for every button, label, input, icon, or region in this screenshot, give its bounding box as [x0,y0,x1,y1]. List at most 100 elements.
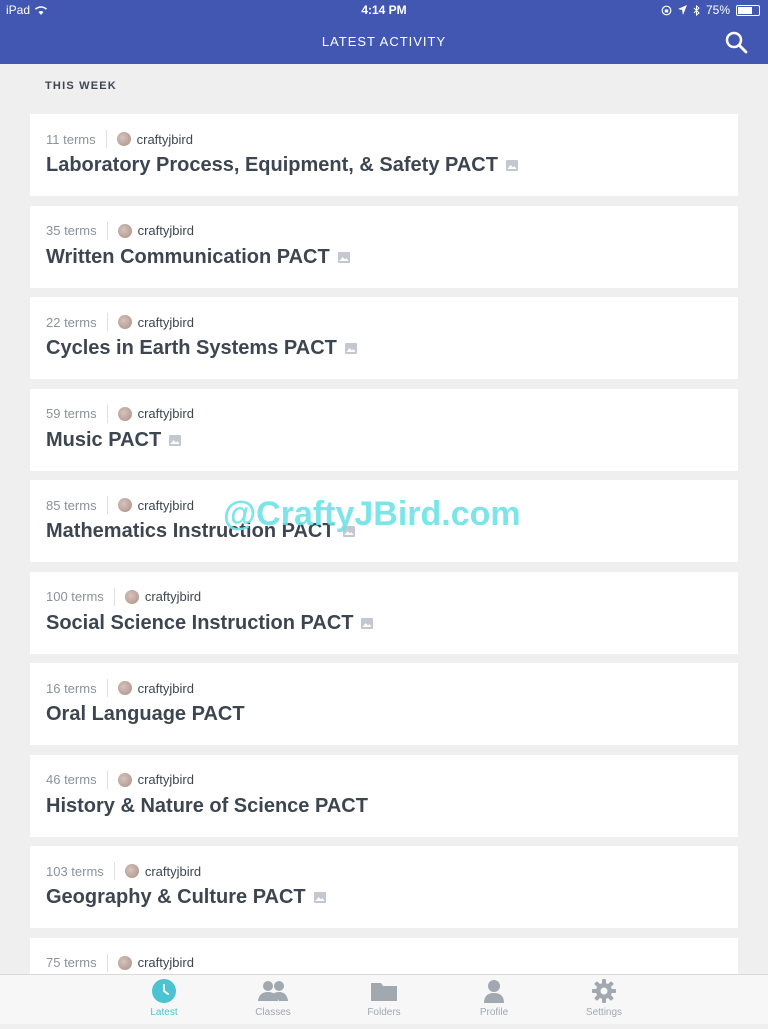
set-title-text: Geography & Culture PACT [46,886,306,908]
study-set-card[interactable]: 16 terms craftyjbird Oral Language PACT [30,663,738,745]
set-title: Cycles in Earth Systems PACT [46,337,357,360]
avatar [117,406,132,421]
image-icon [337,251,350,263]
divider [106,404,108,423]
creator-username[interactable]: craftyjbird [138,772,194,787]
divider [106,313,108,331]
rotation-lock-icon [661,5,672,15]
study-set-card[interactable]: 100 terms craftyjbird Social Science Instr… [30,571,738,654]
creator-username[interactable]: craftyjbird [138,955,194,970]
study-set-card[interactable]: 103 terms craftyjbird Geography & Culture … [30,846,738,928]
tab-classes[interactable]: Classes [218,979,328,1018]
bluetooth-icon [693,4,700,16]
set-meta: 22 terms craftyjbird [46,313,194,331]
creator-username[interactable]: craftyjbird [138,498,194,513]
avatar [116,132,131,146]
divider [113,862,115,880]
set-meta: 46 terms craftyjbird [46,770,194,789]
avatar [117,772,132,787]
set-meta: 11 terms craftyjbird [46,130,193,148]
term-count: 11 terms [46,131,96,147]
search-icon[interactable] [724,30,748,54]
tab-folders[interactable]: Folders [329,979,439,1018]
status-time: 4:14 PM [361,3,407,17]
creator-username[interactable]: craftyjbird [145,589,201,604]
divider [106,679,108,697]
creator-username[interactable]: craftyjbird [138,223,194,238]
avatar [124,589,139,604]
divider [106,221,108,240]
person-icon [484,980,504,1003]
tab-latest[interactable]: Latest [109,979,219,1018]
battery-percent: 75% [705,3,730,17]
term-count: 59 terms [46,406,97,421]
set-meta: 85 terms craftyjbird [46,496,194,514]
set-title: Social Science Instruction PACT [46,611,374,635]
avatar [117,955,132,970]
tab-label: Settings [585,1007,623,1018]
divider [106,770,108,789]
section-title: THIS WEEK [45,80,117,92]
set-title: Geography & Culture PACT [46,886,326,909]
nav-bar: LATEST ACTIVITY [0,20,768,64]
creator-username[interactable]: craftyjbird [138,406,194,421]
set-title-text: Oral Language PACT [46,703,245,725]
term-count: 22 terms [46,314,97,330]
battery-icon [736,4,760,16]
set-title: Written Communication PACT [46,246,350,269]
divider [113,587,115,606]
creator-username[interactable]: craftyjbird [137,132,193,147]
term-count: 85 terms [46,497,97,513]
study-set-card[interactable]: 46 terms craftyjbird History & Nature of S… [30,754,738,837]
avatar [117,498,132,512]
term-count: 75 terms [46,955,97,970]
term-count: 46 terms [46,772,97,787]
study-set-card[interactable]: 35 terms craftyjbird Written Communication… [30,205,738,288]
image-icon [169,434,182,446]
set-meta: 100 terms craftyjbird [46,587,201,606]
study-set-card[interactable]: 22 terms craftyjbird Cycles in Earth Syste… [30,297,738,379]
avatar [117,223,132,238]
set-title-text: History & Nature of Science PACT [46,794,368,817]
image-icon [313,892,326,903]
set-title-text: Laboratory Process, Equipment, & Safety … [46,154,498,176]
study-set-card[interactable]: 11 terms craftyjbird Laboratory Process, E… [30,114,738,196]
tab-label: Profile [479,1007,509,1018]
set-title-text: Music PACT [46,428,162,451]
set-meta: 75 terms craftyjbird [46,953,194,972]
gear-icon [592,979,616,1003]
location-icon [677,5,687,15]
set-meta: 16 terms craftyjbird [46,679,194,697]
tab-settings[interactable]: Settings [549,979,659,1018]
tab-label: Latest [150,1007,178,1018]
term-count: 35 terms [46,223,97,238]
image-icon [505,160,518,171]
people-icon [258,981,288,1001]
set-title: Music PACT [46,428,182,452]
image-icon [361,617,374,629]
clock-icon [152,979,176,1003]
set-list: 11 terms craftyjbird Laboratory Process, E… [30,114,738,1029]
study-set-card[interactable]: 59 terms craftyjbird Music PACT [30,388,738,471]
creator-username[interactable]: craftyjbird [138,315,194,330]
divider [106,953,108,972]
avatar [124,864,139,878]
set-meta: 35 terms craftyjbird [46,221,194,240]
creator-username[interactable]: craftyjbird [145,864,201,879]
set-title: Oral Language PACT [46,703,245,726]
divider [106,496,108,514]
avatar [117,315,132,329]
image-icon [344,343,357,354]
set-title-text: Written Communication PACT [46,245,330,268]
term-count: 103 terms [46,863,104,879]
tab-label: Classes [255,1007,291,1018]
term-count: 100 terms [46,589,104,604]
creator-username[interactable]: craftyjbird [138,681,194,696]
page-title: LATEST ACTIVITY [321,34,447,49]
set-title-text: Social Science Instruction PACT [46,611,354,634]
tab-bar: Latest Classes Folders Profile Settings [0,974,768,1024]
status-bar: iPad 4:14 PM 75% [0,0,768,20]
tab-profile[interactable]: Profile [439,979,549,1018]
divider [105,130,107,148]
set-title: Laboratory Process, Equipment, & Safety … [46,154,518,177]
